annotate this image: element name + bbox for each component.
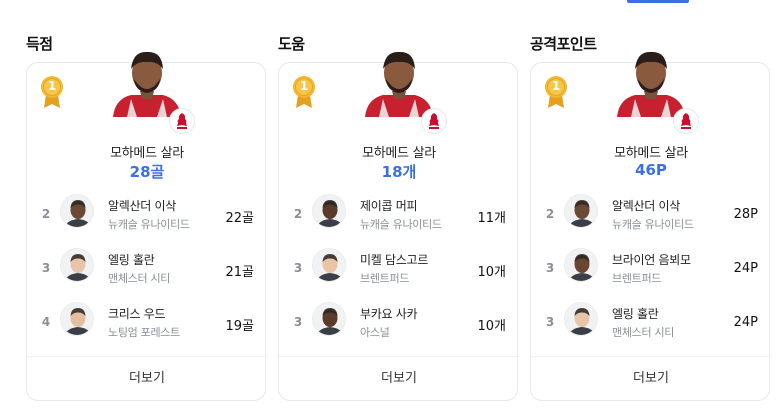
player-stat-value: 10개 bbox=[477, 319, 506, 334]
rank-row[interactable]: 2 알렉산더 이삭뉴캐슬 유나이티드 22골 bbox=[27, 191, 267, 245]
player-stat-value: 24P bbox=[733, 261, 758, 276]
liverpool-crest-icon bbox=[673, 108, 699, 134]
player-name: 크리스 우드 bbox=[108, 307, 166, 321]
leader-stat-value: 18개 bbox=[381, 163, 417, 181]
rank-number: 3 bbox=[293, 261, 303, 275]
player-name: 미켈 담스고르 bbox=[360, 253, 428, 267]
leader-stat-value: 28골 bbox=[129, 163, 165, 181]
medal-rank: 1 bbox=[47, 79, 57, 93]
leader-photo[interactable] bbox=[611, 47, 691, 117]
more-button[interactable]: 더보기 bbox=[531, 357, 771, 401]
leader-name[interactable]: 모하메드 살라 bbox=[531, 142, 771, 161]
player-stat-value: 28P bbox=[733, 207, 758, 222]
leaderboard-card: 1 모하메드 살라 18개 2 제이콥 머피뉴캐슬 유나이티드 11개 3 미켈 담스고르브렌… bbox=[278, 51, 519, 401]
gold-medal-icon: 1 bbox=[543, 75, 569, 109]
rank-row[interactable]: 3 브라이언 음뵈모브렌트퍼드 24P bbox=[531, 245, 771, 299]
medal-rank: 1 bbox=[299, 79, 309, 93]
rank-number: 2 bbox=[293, 207, 303, 221]
player-name: 부카요 사카 bbox=[360, 307, 418, 321]
player-team: 노팅엄 포레스트 bbox=[108, 326, 180, 339]
stat-section: 득점 1 모하메드 살라 28골 2 알렉산더 이삭뉴캐슬 유나이티드 22골 3 엘링 홀란맨… bbox=[26, 0, 267, 410]
player-name: 알렉산더 이삭 bbox=[612, 199, 680, 213]
player-stat-value: 19골 bbox=[225, 319, 254, 334]
player-name: 알렉산더 이삭 bbox=[108, 199, 176, 213]
player-team: 맨체스터 시티 bbox=[612, 326, 675, 339]
leader-photo[interactable] bbox=[359, 47, 439, 117]
player-avatar bbox=[312, 194, 346, 228]
player-team: 맨체스터 시티 bbox=[108, 272, 171, 285]
rank-number: 3 bbox=[545, 315, 555, 329]
stat-section: 공격포인트 1 모하메드 살라 46P 2 알렉산더 이삭뉴캐슬 유나이티드 28P 3 브라이… bbox=[530, 0, 771, 410]
player-team: 뉴캐슬 유나이티드 bbox=[360, 218, 442, 231]
liverpool-crest-icon bbox=[169, 108, 195, 134]
rank-row[interactable]: 3 엘링 홀란맨체스터 시티 21골 bbox=[27, 245, 267, 299]
stat-section: 도움 1 모하메드 살라 18개 2 제이콥 머피뉴캐슬 유나이티드 11개 3 미켈 담스고르… bbox=[278, 0, 519, 410]
section-title: 도움 bbox=[278, 35, 305, 53]
gold-medal-icon: 1 bbox=[39, 75, 65, 109]
rank-number: 4 bbox=[41, 315, 51, 329]
rank-number: 2 bbox=[41, 207, 51, 221]
player-stat-value: 21골 bbox=[225, 265, 254, 280]
player-team: 브렌트퍼드 bbox=[360, 272, 410, 285]
player-stat-value: 24P bbox=[733, 315, 758, 330]
player-name: 브라이언 음뵈모 bbox=[612, 253, 691, 267]
player-team: 뉴캐슬 유나이티드 bbox=[612, 218, 694, 231]
section-title: 공격포인트 bbox=[530, 35, 597, 53]
rank-number: 2 bbox=[545, 207, 555, 221]
player-team: 뉴캐슬 유나이티드 bbox=[108, 218, 190, 231]
rank-row[interactable]: 3 부카요 사카아스널 10개 bbox=[279, 299, 519, 353]
more-button[interactable]: 더보기 bbox=[27, 357, 267, 401]
player-stat-value: 10개 bbox=[477, 265, 506, 280]
rank-row[interactable]: 4 크리스 우드노팅엄 포레스트 19골 bbox=[27, 299, 267, 353]
player-stat-value: 22골 bbox=[225, 211, 254, 226]
ranking-list: 2 알렉산더 이삭뉴캐슬 유나이티드 28P 3 브라이언 음뵈모브렌트퍼드 24P 3 엘링… bbox=[531, 191, 771, 353]
leader-name[interactable]: 모하메드 살라 bbox=[279, 142, 519, 161]
rank-number: 3 bbox=[545, 261, 555, 275]
player-name: 제이콥 머피 bbox=[360, 199, 418, 213]
rank-row[interactable]: 2 알렉산더 이삭뉴캐슬 유나이티드 28P bbox=[531, 191, 771, 245]
player-stat-value: 11개 bbox=[477, 211, 506, 226]
more-button[interactable]: 더보기 bbox=[279, 357, 519, 401]
rank-row[interactable]: 3 미켈 담스고르브렌트퍼드 10개 bbox=[279, 245, 519, 299]
player-avatar bbox=[60, 194, 94, 228]
section-title: 득점 bbox=[26, 35, 53, 53]
rank-row[interactable]: 2 제이콥 머피뉴캐슬 유나이티드 11개 bbox=[279, 191, 519, 245]
leader-stat-value: 46P bbox=[635, 161, 667, 179]
leader-name[interactable]: 모하메드 살라 bbox=[27, 142, 267, 161]
player-avatar bbox=[60, 302, 94, 336]
player-avatar bbox=[564, 194, 598, 228]
medal-rank: 1 bbox=[551, 79, 561, 93]
player-team: 브렌트퍼드 bbox=[612, 272, 662, 285]
player-avatar bbox=[60, 248, 94, 282]
rank-number: 3 bbox=[293, 315, 303, 329]
liverpool-crest-icon bbox=[421, 108, 447, 134]
player-avatar bbox=[564, 248, 598, 282]
leader-photo[interactable] bbox=[107, 47, 187, 117]
player-avatar bbox=[312, 302, 346, 336]
gold-medal-icon: 1 bbox=[291, 75, 317, 109]
player-avatar bbox=[312, 248, 346, 282]
player-team: 아스널 bbox=[360, 326, 390, 339]
ranking-list: 2 알렉산더 이삭뉴캐슬 유나이티드 22골 3 엘링 홀란맨체스터 시티 21골 4 크리스… bbox=[27, 191, 267, 353]
rank-number: 3 bbox=[41, 261, 51, 275]
player-name: 엘링 홀란 bbox=[612, 307, 659, 321]
leaderboard-card: 1 모하메드 살라 46P 2 알렉산더 이삭뉴캐슬 유나이티드 28P 3 브라이언 음뵈모… bbox=[530, 51, 771, 401]
ranking-list: 2 제이콥 머피뉴캐슬 유나이티드 11개 3 미켈 담스고르브렌트퍼드 10개 3 부카요 … bbox=[279, 191, 519, 353]
player-name: 엘링 홀란 bbox=[108, 253, 155, 267]
rank-row[interactable]: 3 엘링 홀란맨체스터 시티 24P bbox=[531, 299, 771, 353]
leaderboard-card: 1 모하메드 살라 28골 2 알렉산더 이삭뉴캐슬 유나이티드 22골 3 엘링 홀란맨체스… bbox=[26, 51, 267, 401]
player-avatar bbox=[564, 302, 598, 336]
